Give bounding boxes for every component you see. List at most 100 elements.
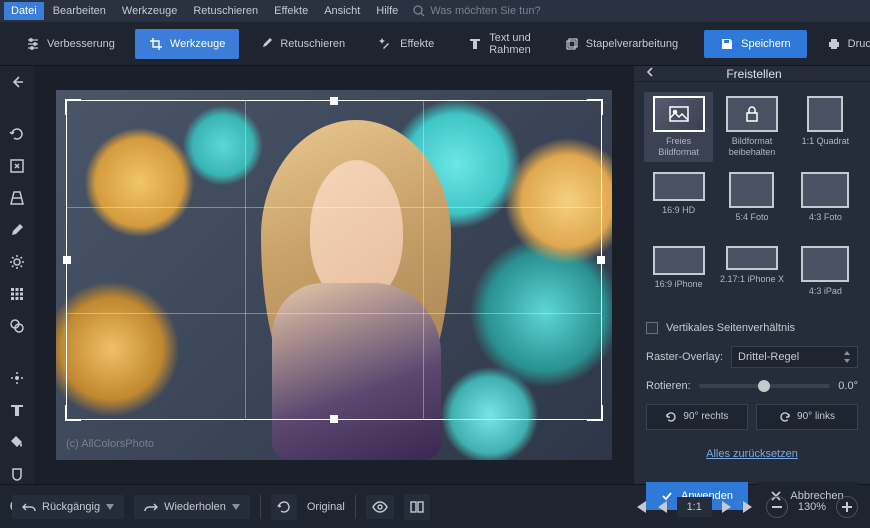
nav-first-icon[interactable] (633, 501, 647, 513)
aspect-option[interactable]: 1:1 Quadrat (791, 92, 860, 162)
zoom-out-button[interactable] (766, 496, 788, 518)
crop-handle-l[interactable] (63, 256, 71, 264)
paint-icon[interactable] (8, 222, 26, 238)
zoom-in-button[interactable] (836, 496, 858, 518)
menu-hilfe[interactable]: Hilfe (369, 2, 405, 20)
updown-icon (843, 351, 851, 363)
panel-title: Freistellen (664, 67, 844, 81)
rotate-slider[interactable] (699, 384, 831, 388)
chevron-down-icon (232, 504, 240, 510)
crop-handle-t[interactable] (330, 97, 338, 105)
rotate-right-icon (665, 411, 677, 423)
aspect-option[interactable]: 5:4 Foto (717, 168, 786, 236)
text-tool-icon[interactable] (8, 402, 26, 418)
photo-preview: (c) AllColorsPhoto (56, 90, 612, 460)
aspect-grid: Freies Bildformat Bildformat beibehalten 1… (634, 82, 870, 316)
menu-bearbeiten[interactable]: Bearbeiten (46, 2, 113, 20)
rotate-value: 0.0° (838, 380, 858, 392)
overlay-label: Raster-Overlay: (646, 351, 723, 363)
zoom-level: 130% (798, 501, 826, 513)
panel-back-icon[interactable] (644, 66, 656, 81)
crop-handle-tl[interactable] (65, 99, 81, 115)
print-button[interactable]: Drucken (813, 30, 870, 58)
left-toolbar (0, 66, 34, 484)
back-arrow-icon[interactable] (8, 74, 26, 90)
reset-link[interactable]: Alles zurücksetzen (706, 448, 798, 460)
crop-handle-r[interactable] (597, 256, 605, 264)
vertical-checkbox[interactable] (646, 322, 658, 334)
aspect-option[interactable]: 4:3 iPad (791, 242, 860, 310)
menubar: Datei Bearbeiten Werkzeuge Retuschieren … (0, 0, 870, 22)
watermark: (c) AllColorsPhoto (66, 438, 154, 450)
tab-verbesserung[interactable]: Verbesserung (12, 29, 129, 59)
aspect-label: 16:9 iPhone (655, 279, 703, 299)
rotate-right-button[interactable]: 90° rechts (646, 404, 748, 430)
redo-icon (144, 502, 158, 512)
resize-icon[interactable] (8, 158, 26, 174)
perspective-icon[interactable] (8, 190, 26, 206)
rotate-label: Rotieren: (646, 380, 691, 392)
rotate-left-button[interactable]: 90° links (756, 404, 858, 430)
aspect-option[interactable]: Bildformat beibehalten (717, 92, 786, 162)
print-icon (827, 37, 841, 51)
right-panel: Freistellen Freies Bildformat Bildformat … (634, 66, 870, 484)
preview-button[interactable] (366, 495, 394, 519)
stack-icon (565, 37, 579, 51)
aspect-option[interactable]: 4:3 Foto (791, 168, 860, 236)
aspect-option[interactable]: 16:9 HD (644, 168, 713, 236)
aspect-label: 4:3 Foto (809, 212, 842, 232)
overlay-icon[interactable] (8, 318, 26, 334)
wand-icon (379, 37, 393, 51)
crop-icon (149, 37, 163, 51)
tab-batch[interactable]: Stapelverarbeitung (551, 29, 692, 59)
toolbar: Verbesserung Werkzeuge Retuschieren Effe… (0, 22, 870, 66)
aspect-label: Bildformat beibehalten (719, 136, 784, 158)
tab-effekte[interactable]: Effekte (365, 29, 448, 59)
crop-handle-b[interactable] (330, 415, 338, 423)
fit-label[interactable]: 1:1 (677, 497, 712, 517)
aspect-label: 2.17:1 iPhone X (720, 274, 784, 294)
undo-button[interactable]: Rückgängig (12, 495, 124, 519)
crop-handle-br[interactable] (587, 405, 603, 421)
nav-prev-icon[interactable] (657, 501, 667, 513)
vignette-icon[interactable] (8, 370, 26, 386)
save-icon (720, 37, 734, 51)
revert-button[interactable] (271, 494, 297, 520)
overlay-select[interactable]: Drittel-Regel (731, 346, 858, 368)
menu-retuschieren[interactable]: Retuschieren (186, 2, 265, 20)
aspect-option[interactable]: 2.17:1 iPhone X (717, 242, 786, 310)
aspect-label: 1:1 Quadrat (802, 136, 850, 156)
redo-button[interactable]: Wiederholen (134, 495, 250, 519)
rotate-left-icon (779, 411, 791, 423)
original-label: Original (307, 501, 345, 513)
canvas-area[interactable]: (c) AllColorsPhoto (34, 66, 634, 484)
crop-handle-bl[interactable] (65, 405, 81, 421)
aspect-option[interactable]: 16:9 iPhone (644, 242, 713, 310)
crop-handle-tr[interactable] (587, 99, 603, 115)
undo-icon (22, 502, 36, 512)
tab-retuschieren[interactable]: Retuschieren (245, 29, 359, 59)
brightness-icon[interactable] (8, 254, 26, 270)
save-button[interactable]: Speichern (704, 30, 807, 58)
grid-icon[interactable] (8, 286, 26, 302)
bucket-icon[interactable] (8, 434, 26, 450)
rotate-crop-icon[interactable] (8, 126, 26, 142)
tab-werkzeuge[interactable]: Werkzeuge (135, 29, 239, 59)
tab-text[interactable]: Text und Rahmen (454, 24, 545, 64)
chevron-down-icon (106, 504, 114, 510)
text-icon (468, 37, 482, 51)
compare-button[interactable] (404, 494, 430, 520)
menubar-search[interactable]: Was möchten Sie tun? (413, 5, 540, 17)
crop-frame[interactable] (66, 100, 602, 420)
menu-ansicht[interactable]: Ansicht (317, 2, 367, 20)
menu-datei[interactable]: Datei (4, 2, 44, 20)
aspect-option[interactable]: Freies Bildformat (644, 92, 713, 162)
menu-effekte[interactable]: Effekte (267, 2, 315, 20)
menu-werkzeuge[interactable]: Werkzeuge (115, 2, 184, 20)
nav-last-icon[interactable] (742, 501, 756, 513)
nav-next-icon[interactable] (722, 501, 732, 513)
aspect-label: 16:9 HD (662, 205, 695, 225)
search-placeholder: Was möchten Sie tun? (430, 5, 540, 17)
aspect-label: Freies Bildformat (646, 136, 711, 158)
face-icon[interactable] (8, 466, 26, 482)
